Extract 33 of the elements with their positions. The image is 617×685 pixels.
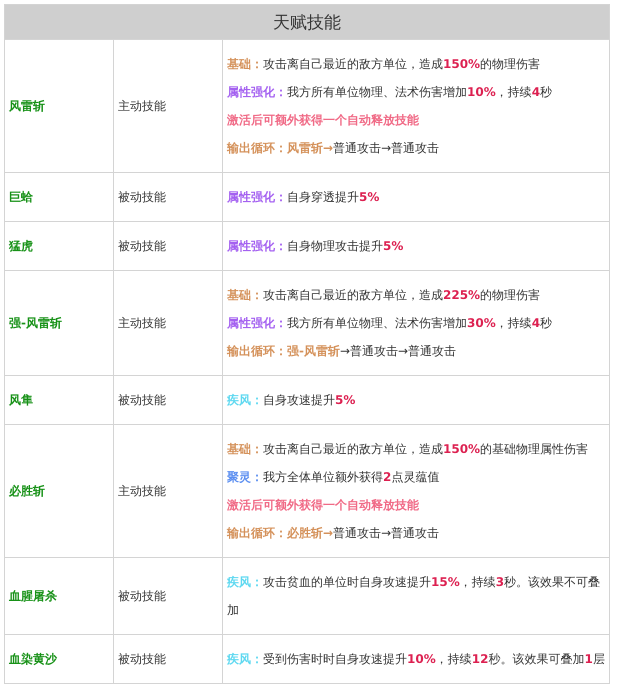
activation-note: 激活后可额外获得一个自动释放技能 <box>227 112 420 129</box>
skill-type: 主动技能 <box>114 40 222 172</box>
skill-name: 血腥屠杀 <box>4 558 114 634</box>
skill-description: 疾风：受到伤害时时自身攻速提升10%，持续12秒。该效果可叠加1层 <box>227 651 605 668</box>
skill-description: 属性强化：自身物理攻击提升5% <box>227 238 404 255</box>
skill-description: 属性强化：我方所有单位物理、法术伤害增加30%，持续4秒 <box>227 315 554 332</box>
skill-name: 风隼 <box>4 376 114 424</box>
skill-description: 输出循环：必胜斩→普通攻击→普通攻击 <box>227 525 440 542</box>
skill-type: 被动技能 <box>114 222 222 270</box>
skill-name: 强-风雷斩 <box>4 270 114 376</box>
skill-name: 风雷斩 <box>4 40 114 172</box>
skill-type: 被动技能 <box>114 634 222 684</box>
skill-description: 输出循环：风雷斩→普通攻击→普通攻击 <box>227 140 440 157</box>
skill-description: 输出循环：强-风雷斩→普通攻击→普通攻击 <box>227 343 458 360</box>
skill-name: 巨蛤 <box>4 172 114 222</box>
skill-name: 必胜斩 <box>4 424 114 558</box>
skill-description: 聚灵：我方全体单位额外获得2点灵蕴值 <box>227 469 440 486</box>
activation-note: 激活后可额外获得一个自动释放技能 <box>227 497 420 514</box>
skill-description: 疾风：攻击贫血的单位时自身攻速提升15%，持续3秒。该效果不可叠加 <box>227 574 602 619</box>
skill-description: 基础：攻击离自己最近的敌方单位，造成150%的物理伤害 <box>227 56 542 73</box>
skill-type: 被动技能 <box>114 376 222 424</box>
skill-type: 被动技能 <box>114 558 222 634</box>
skill-type: 主动技能 <box>114 424 222 558</box>
skill-description: 属性强化：我方所有单位物理、法术伤害增加10%，持续4秒 <box>227 84 554 101</box>
skill-description: 属性强化：自身穿透提升5% <box>227 189 380 206</box>
table-title: 天赋技能 <box>4 4 610 40</box>
skill-name: 血染黄沙 <box>4 634 114 684</box>
skill-name: 猛虎 <box>4 222 114 270</box>
skill-description: 基础：攻击离自己最近的敌方单位，造成225%的物理伤害 <box>227 287 542 304</box>
skill-description: 基础：攻击离自己最近的敌方单位，造成150%的基础物理属性伤害 <box>227 441 590 458</box>
skill-type: 被动技能 <box>114 172 222 222</box>
skill-description: 疾风：自身攻速提升5% <box>227 392 356 409</box>
skill-type: 主动技能 <box>114 270 222 376</box>
